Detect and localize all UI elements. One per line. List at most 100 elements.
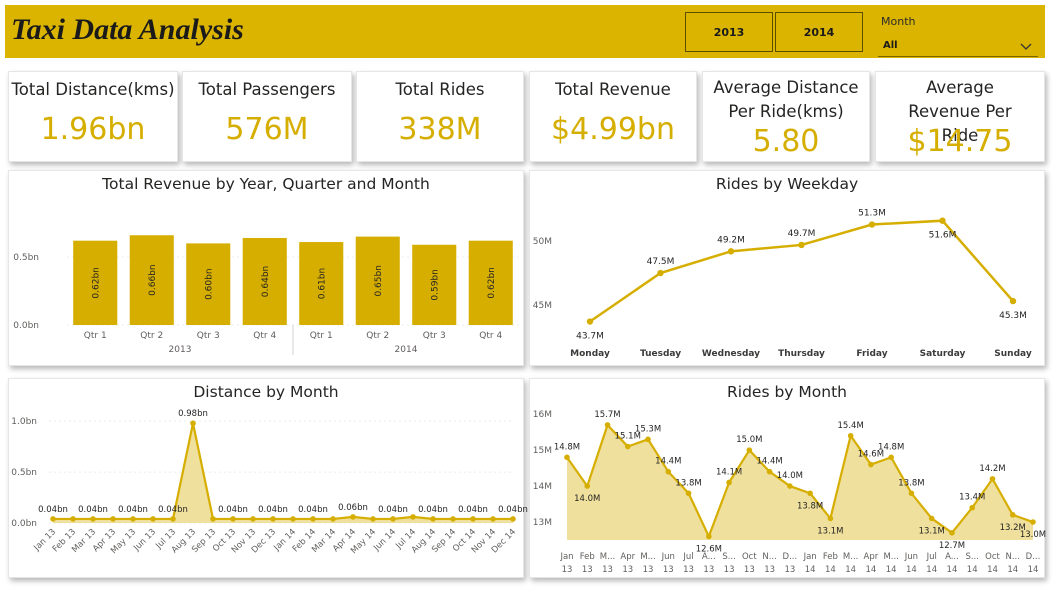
data-point <box>270 516 276 522</box>
x-tick-label: Thursday <box>778 349 825 359</box>
data-point <box>70 516 76 522</box>
distance-by-month-panel: Distance by Month 0.0bn 0.5bn 1.0bn 0.04bn J… <box>8 378 528 578</box>
point-data-label: 0.98bn <box>178 409 208 419</box>
x-tick-label: Jan <box>559 552 573 562</box>
point-data-label: 13.8M <box>797 501 823 511</box>
y-tick-label: 16M <box>533 410 552 420</box>
data-point <box>604 422 611 428</box>
point-data-label: 13.4M <box>959 493 985 503</box>
data-point <box>586 318 594 325</box>
x-tick-label: Jun <box>661 552 675 562</box>
y-tick-label: 13M <box>533 518 552 528</box>
data-point <box>490 516 496 522</box>
point-data-label: 14.1M <box>716 467 742 477</box>
kpi-value: $14.75 <box>907 124 1013 159</box>
data-point <box>370 516 376 522</box>
month-filter-label: Month <box>881 15 916 28</box>
kpi-value: 1.96bn <box>40 112 146 147</box>
data-point <box>665 468 672 475</box>
point-data-label: 0.04bn <box>118 505 148 515</box>
point-data-label: 45.3M <box>999 311 1027 321</box>
x-tick-label: Feb <box>580 552 595 562</box>
x-tick-label: D... <box>1026 552 1041 562</box>
point-data-label: 0.04bn <box>418 505 448 515</box>
data-point <box>584 483 591 489</box>
kpi-value: 576M <box>225 112 309 147</box>
point-data-label: 0.04bn <box>218 505 248 515</box>
y-tick-label: 50M <box>533 237 552 247</box>
bar-data-label: 0.61bn <box>317 268 327 299</box>
data-point <box>868 221 876 228</box>
point-data-label: 13.1M <box>817 526 843 536</box>
point-data-label: 0.04bn <box>158 505 188 515</box>
point-data-label: 47.5M <box>647 257 675 267</box>
point-data-label: 49.2M <box>717 235 745 245</box>
data-point <box>847 432 854 439</box>
data-point <box>50 516 56 522</box>
kpi-value: 5.80 <box>752 124 820 159</box>
x-tick-year-label: 14 <box>1007 565 1018 575</box>
y-tick-label: 0.5bn <box>13 253 39 263</box>
x-tick-label: Monday <box>570 349 610 359</box>
month-filter-dropdown[interactable]: All <box>878 35 1038 57</box>
x-tick-label: Oct <box>742 552 757 562</box>
point-data-label: 14.2M <box>979 464 1005 474</box>
kpi-card-average-distance: Average Distance Per Ride(kms) 5.80 <box>702 71 870 162</box>
revenue-bar-chart: 0.0bn 0.5bn 0.62bn Qtr 1 0.66bn Qtr 2 0.60bn Qt… <box>13 235 519 355</box>
data-point <box>170 516 176 522</box>
data-point <box>868 461 874 468</box>
point-data-label: 14.4M <box>756 457 782 467</box>
x-tick-label: Friday <box>856 349 887 359</box>
data-point <box>969 504 976 511</box>
data-point <box>766 468 773 475</box>
revenue-by-quarter-panel: Total Revenue by Year, Quarter and Month… <box>8 170 524 366</box>
x-tick-year-label: 13 <box>562 565 573 575</box>
point-data-label: 13.8M <box>898 478 924 488</box>
kpi-label: Average Distance Per Ride(kms) <box>713 78 859 121</box>
x-tick-year-label: 13 <box>724 565 735 575</box>
point-data-label: 15.4M <box>838 421 864 431</box>
point-data-label: 0.04bn <box>298 505 328 515</box>
rides-by-month-panel: Rides by Month 13M 14M 15M 16M 14.8M Jan 13 14.… <box>529 378 1046 578</box>
bar-data-label: 0.59bn <box>430 269 440 300</box>
x-tick-label: M... <box>883 552 898 562</box>
point-data-label: 12.7M <box>939 541 965 551</box>
x-group-label: 2013 <box>169 345 192 355</box>
x-tick-label: Jun 14 <box>371 527 398 554</box>
bar-data-label: 0.62bn <box>91 267 101 298</box>
x-tick-label: Qtr 2 <box>366 331 389 341</box>
data-point <box>90 516 96 522</box>
point-data-label: 13.0M <box>1020 530 1046 540</box>
x-tick-label: Qtr 2 <box>140 331 163 341</box>
x-tick-label: M... <box>843 552 858 562</box>
data-point <box>310 516 316 522</box>
kpi-card-total-rides: Total Rides 338M <box>356 71 524 162</box>
data-point <box>908 490 915 497</box>
app-title: Taxi Data Analysis <box>11 13 244 46</box>
year-2014-button[interactable]: 2014 <box>775 12 863 52</box>
data-point <box>410 514 416 520</box>
point-data-label: 14.8M <box>878 442 904 452</box>
point-data-label: 0.06bn <box>338 503 368 513</box>
y-tick-label: 1.0bn <box>11 417 37 427</box>
x-group-label: 2014 <box>395 345 418 355</box>
weekday-line-chart: 45M 50M 43.7M Monday 47.5M Tuesday 49.2M Wednes… <box>533 209 1032 359</box>
x-tick-year-label: 13 <box>582 565 593 575</box>
x-tick-year-label: 14 <box>926 565 937 575</box>
x-tick-label: M... <box>600 552 615 562</box>
bar-data-label: 0.62bn <box>487 267 497 298</box>
x-tick-year-label: 13 <box>643 565 654 575</box>
x-tick-year-label: 14 <box>906 565 917 575</box>
x-tick-label: Qtr 3 <box>197 331 220 341</box>
data-point <box>928 515 935 522</box>
data-point <box>230 516 236 522</box>
data-point <box>250 516 256 522</box>
data-point <box>727 248 735 255</box>
data-point <box>827 515 834 522</box>
year-2013-button[interactable]: 2013 <box>685 12 773 52</box>
y-tick-label: 0.0bn <box>13 321 39 331</box>
x-tick-label: Oct <box>985 552 1000 562</box>
point-data-label: 15.3M <box>635 424 661 434</box>
point-data-label: 14.4M <box>655 457 681 467</box>
data-point <box>939 217 946 224</box>
